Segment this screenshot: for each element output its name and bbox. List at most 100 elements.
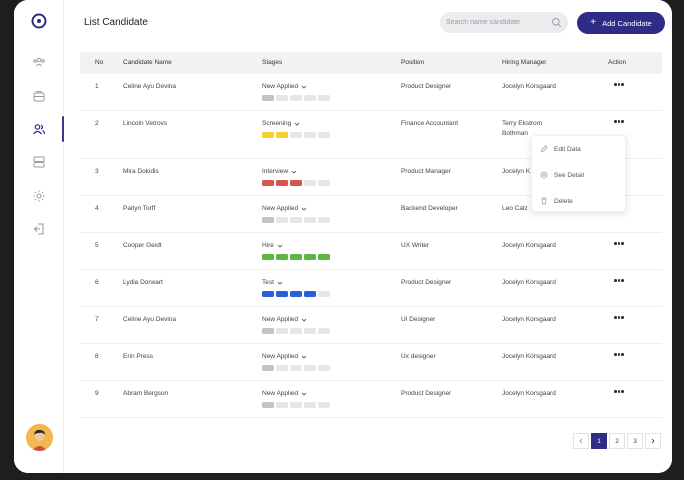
users-icon[interactable] <box>32 122 46 136</box>
more-actions-button[interactable] <box>614 353 624 357</box>
cell-hiring-manager: Jocelyn K <box>502 168 530 175</box>
next-page-button[interactable] <box>645 433 661 449</box>
stage-dropdown[interactable]: Hire <box>262 242 283 249</box>
page-title: List Candidate <box>84 17 148 28</box>
stage-progress-segment <box>276 365 288 371</box>
page-button-2[interactable]: 2 <box>609 433 625 449</box>
cell-no: 2 <box>95 120 99 127</box>
more-icon-dot <box>617 390 620 393</box>
stage-progress-segment <box>318 328 330 334</box>
stage-progress-segment <box>276 217 288 223</box>
chevron-down-icon <box>301 392 307 396</box>
more-actions-button[interactable] <box>614 316 624 320</box>
team-icon[interactable] <box>32 55 46 69</box>
menu-item-edit-data[interactable]: Edit Data <box>540 145 581 153</box>
stage-dropdown[interactable]: New Applied <box>262 205 307 212</box>
stage-cell: Screening <box>262 120 330 138</box>
page-button-3[interactable]: 3 <box>627 433 643 449</box>
more-icon-dot <box>621 242 624 245</box>
table-row: 5 Cooper Geidt Hire UX Writer Jocelyn Korsga… <box>80 233 662 270</box>
server-icon[interactable] <box>32 155 46 169</box>
page-button-1[interactable]: 1 <box>591 433 607 449</box>
more-icon-dot <box>614 242 617 245</box>
stage-dropdown[interactable]: Test <box>262 279 283 286</box>
cell-no: 3 <box>95 168 99 175</box>
logout-icon[interactable] <box>32 222 46 236</box>
menu-item-delete[interactable]: Delete <box>540 197 573 205</box>
chevron-down-icon <box>277 281 283 285</box>
stage-progress-segment <box>318 402 330 408</box>
cell-hiring-manager: Jocelyn Korsgaard <box>502 316 556 323</box>
chevron-right-icon <box>651 438 655 444</box>
stage-progress-segment <box>276 291 288 297</box>
more-actions-button[interactable] <box>614 120 624 124</box>
briefcase-icon[interactable] <box>32 89 46 103</box>
cell-position: Finance Accountant <box>401 120 459 127</box>
cell-no: 8 <box>95 353 99 360</box>
more-icon-dot <box>617 316 620 319</box>
stage-progress-segment <box>304 402 316 408</box>
chevron-down-icon <box>301 85 307 89</box>
more-actions-button[interactable] <box>614 279 624 283</box>
stage-cell: Hire <box>262 242 330 260</box>
search-box[interactable] <box>440 12 568 33</box>
stage-dropdown[interactable]: Screening <box>262 120 300 127</box>
stage-label: New Applied <box>262 390 299 397</box>
header-action: Action <box>608 59 627 66</box>
hiring-manager-line1: Jocelyn Korsgaard <box>502 83 556 90</box>
cell-hiring-manager: Jocelyn Korsgaard <box>502 390 556 397</box>
cell-no: 4 <box>95 205 99 212</box>
cell-no: 9 <box>95 390 99 397</box>
stage-dropdown[interactable]: Interview <box>262 168 297 175</box>
stage-progress <box>262 291 330 297</box>
stage-dropdown[interactable]: New Applied <box>262 83 307 90</box>
stage-cell: Test <box>262 279 330 297</box>
more-icon-dot <box>614 83 617 86</box>
more-icon-dot <box>621 83 624 86</box>
more-actions-button[interactable] <box>614 242 624 246</box>
stage-dropdown[interactable]: New Applied <box>262 390 307 397</box>
stage-progress <box>262 402 330 408</box>
hiring-manager-line1: Jocelyn K <box>502 168 531 175</box>
stage-progress-segment <box>304 365 316 371</box>
stage-progress <box>262 132 330 138</box>
stage-progress-segment <box>318 291 330 297</box>
header-stages: Stages <box>262 59 283 66</box>
menu-item-see-detail[interactable]: See Detail <box>540 171 584 179</box>
stage-dropdown[interactable]: New Applied <box>262 353 307 360</box>
prev-page-button[interactable] <box>573 433 589 449</box>
more-actions-button[interactable] <box>614 83 624 87</box>
avatar[interactable] <box>26 424 53 451</box>
stage-cell: New Applied <box>262 205 330 223</box>
hiring-manager-line1: Jocelyn Korsgaard <box>502 390 556 397</box>
cell-hiring-manager: Jocelyn Korsgaard <box>502 279 556 286</box>
chevron-down-icon <box>301 318 307 322</box>
stage-dropdown[interactable]: New Applied <box>262 316 307 323</box>
more-icon-dot <box>621 353 624 356</box>
menu-label-edit-data: Edit Data <box>554 145 581 153</box>
stage-label: Interview <box>262 168 289 175</box>
search-input[interactable] <box>440 12 548 33</box>
app-window: List Candidate + Add Candidate No Candid… <box>14 0 672 473</box>
stage-progress <box>262 95 330 101</box>
more-icon-dot <box>617 279 620 282</box>
more-icon-dot <box>614 353 617 356</box>
stage-cell: Interview <box>262 168 330 186</box>
cell-no: 6 <box>95 279 99 286</box>
chevron-left-icon <box>579 438 583 444</box>
more-actions-button[interactable] <box>614 390 624 394</box>
header-candidate-name: Candidate Name <box>123 59 172 66</box>
more-icon-dot <box>617 120 620 123</box>
stage-progress-segment <box>290 365 302 371</box>
cell-position: Product Designer <box>401 83 452 90</box>
stage-progress-segment <box>276 254 288 260</box>
cell-candidate-name: Lydia Dorwart <box>123 279 163 286</box>
stage-cell: New Applied <box>262 353 330 371</box>
stage-progress-segment <box>262 291 274 297</box>
add-candidate-button[interactable]: + Add Candidate <box>577 12 665 34</box>
settings-icon[interactable] <box>32 189 46 203</box>
stage-cell: New Applied <box>262 316 330 334</box>
search-icon[interactable] <box>551 17 562 28</box>
chevron-down-icon <box>301 207 307 211</box>
stage-progress-segment <box>262 217 274 223</box>
